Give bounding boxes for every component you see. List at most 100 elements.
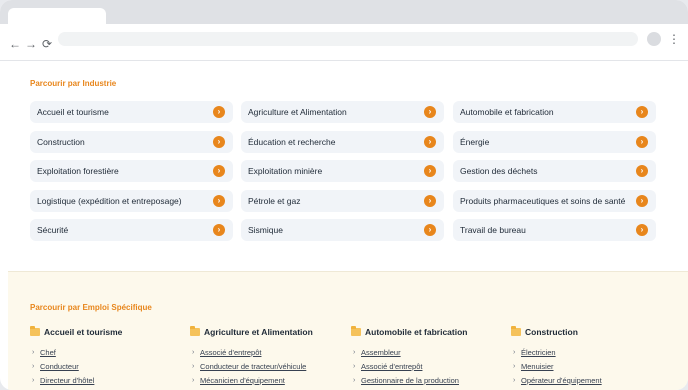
chevron-right-icon: › (192, 363, 195, 370)
browser-toolbar: ← → ⟳ ⋮ (0, 24, 688, 61)
industry-card[interactable]: Travail de bureau › (453, 219, 656, 241)
industry-card[interactable]: Produits pharmaceutiques et soins de san… (453, 190, 656, 212)
industry-card-label: Construction (37, 137, 85, 147)
job-link[interactable]: Conducteur de tracteur/véhicule (200, 360, 306, 374)
industry-card-label: Gestion des déchets (460, 166, 538, 176)
job-link[interactable]: Mécanicien d'équipement (200, 374, 285, 388)
arrow-right-icon[interactable]: › (636, 165, 648, 177)
chevron-right-icon: › (513, 363, 516, 370)
chevron-right-icon: › (32, 349, 35, 356)
job-link[interactable]: Gestionnaire de la production (361, 374, 459, 388)
arrow-right-icon[interactable]: › (636, 224, 648, 236)
job-link-item: › Assembleur (351, 346, 501, 360)
chevron-right-icon: › (353, 349, 356, 356)
chevron-right-icon: › (513, 377, 516, 384)
folder-icon (30, 326, 40, 336)
industry-card[interactable]: Construction › (30, 131, 233, 153)
industry-card[interactable]: Exploitation minière › (241, 160, 444, 182)
job-link[interactable]: Chef (40, 346, 56, 360)
active-tab[interactable] (8, 8, 106, 24)
job-link[interactable]: Menuisier (521, 360, 554, 374)
job-link-item: › Opérateur d'équipement (511, 374, 661, 388)
job-section: Parcourir par Emploi Spécifique Accueil … (8, 271, 688, 390)
job-link-item: › Mécanicien d'équipement (190, 374, 340, 388)
industry-card-label: Produits pharmaceutiques et soins de san… (460, 196, 626, 206)
page-content: Parcourir par Industrie Accueil et touri… (0, 61, 688, 390)
industry-card[interactable]: Pétrole et gaz › (241, 190, 444, 212)
arrow-right-icon[interactable]: › (213, 165, 225, 177)
folder-icon (190, 326, 200, 336)
job-group-label: Automobile et fabrication (365, 327, 468, 337)
arrow-right-icon[interactable]: › (636, 136, 648, 148)
chevron-right-icon: › (513, 349, 516, 356)
chevron-right-icon: › (32, 363, 35, 370)
menu-icon[interactable]: ⋮ (668, 31, 680, 47)
industry-card-label: Éducation et recherche (248, 137, 336, 147)
job-link[interactable]: Associé d'entrepôt (200, 346, 261, 360)
industry-section: Parcourir par Industrie Accueil et touri… (0, 61, 688, 271)
profile-avatar[interactable] (647, 32, 661, 46)
job-link-item: › Électricien (511, 346, 661, 360)
industry-card[interactable]: Logistique (expédition et entreposage) › (30, 190, 233, 212)
job-group: Automobile et fabrication › Assembleur › Ass… (351, 326, 501, 388)
arrow-right-icon[interactable]: › (213, 224, 225, 236)
industry-card-label: Exploitation minière (248, 166, 323, 176)
industry-card-label: Travail de bureau (460, 225, 526, 235)
job-group: Construction › Électricien › Menuisier › Opéra… (511, 326, 661, 388)
job-link-item: › Chef (30, 346, 180, 360)
industry-card[interactable]: Agriculture et Alimentation › (241, 101, 444, 123)
folder-icon (351, 326, 361, 336)
job-link[interactable]: Assembleur (361, 346, 401, 360)
industry-card-label: Sécurité (37, 225, 69, 235)
arrow-right-icon[interactable]: › (213, 106, 225, 118)
industry-card[interactable]: Sécurité › (30, 219, 233, 241)
job-link-item: › Conducteur (30, 360, 180, 374)
industry-card-label: Énergie (460, 137, 490, 147)
forward-icon[interactable]: → (23, 36, 39, 52)
arrow-right-icon[interactable]: › (424, 195, 436, 207)
job-link[interactable]: Associé d'entrepôt (361, 360, 422, 374)
job-link[interactable]: Opérateur d'équipement (521, 374, 602, 388)
industry-card[interactable]: Exploitation forestière › (30, 160, 233, 182)
job-link[interactable]: Directeur d'hôtel (40, 374, 94, 388)
arrow-right-icon[interactable]: › (424, 224, 436, 236)
arrow-right-icon[interactable]: › (213, 136, 225, 148)
browser-window: ← → ⟳ ⋮ Parcourir par Industrie Accueil … (0, 0, 688, 390)
industry-card[interactable]: Accueil et tourisme › (30, 101, 233, 123)
chevron-right-icon: › (192, 349, 195, 356)
arrow-right-icon[interactable]: › (636, 195, 648, 207)
job-link-item: › Directeur d'hôtel (30, 374, 180, 388)
industry-card-label: Exploitation forestière (37, 166, 119, 176)
industry-card[interactable]: Éducation et recherche › (241, 131, 444, 153)
job-group-label: Agriculture et Alimentation (204, 327, 313, 337)
industry-card-label: Accueil et tourisme (37, 107, 109, 117)
industry-card[interactable]: Gestion des déchets › (453, 160, 656, 182)
industry-section-title: Parcourir par Industrie (30, 79, 117, 88)
industry-card[interactable]: Sismique › (241, 219, 444, 241)
industry-card-label: Automobile et fabrication (460, 107, 554, 117)
job-link-item: › Gestionnaire de la production (351, 374, 501, 388)
job-link[interactable]: Électricien (521, 346, 556, 360)
industry-card[interactable]: Énergie › (453, 131, 656, 153)
industry-card-label: Pétrole et gaz (248, 196, 301, 206)
chevron-right-icon: › (32, 377, 35, 384)
reload-icon[interactable]: ⟳ (39, 36, 55, 52)
folder-icon (511, 326, 521, 336)
arrow-right-icon[interactable]: › (424, 106, 436, 118)
address-bar[interactable] (58, 32, 638, 46)
job-group-header: Agriculture et Alimentation (190, 326, 340, 340)
back-icon[interactable]: ← (7, 36, 23, 52)
job-group-header: Automobile et fabrication (351, 326, 501, 340)
arrow-right-icon[interactable]: › (636, 106, 648, 118)
arrow-right-icon[interactable]: › (213, 195, 225, 207)
job-link-item: › Conducteur de tracteur/véhicule (190, 360, 340, 374)
arrow-right-icon[interactable]: › (424, 136, 436, 148)
arrow-right-icon[interactable]: › (424, 165, 436, 177)
job-group-header: Construction (511, 326, 661, 340)
industry-card[interactable]: Automobile et fabrication › (453, 101, 656, 123)
job-link-list: › Chef › Conducteur › Directeur d'hôtel (30, 346, 180, 388)
chevron-right-icon: › (353, 377, 356, 384)
job-link[interactable]: Conducteur (40, 360, 79, 374)
job-group-header: Accueil et tourisme (30, 326, 180, 340)
job-link-item: › Associé d'entrepôt (351, 360, 501, 374)
